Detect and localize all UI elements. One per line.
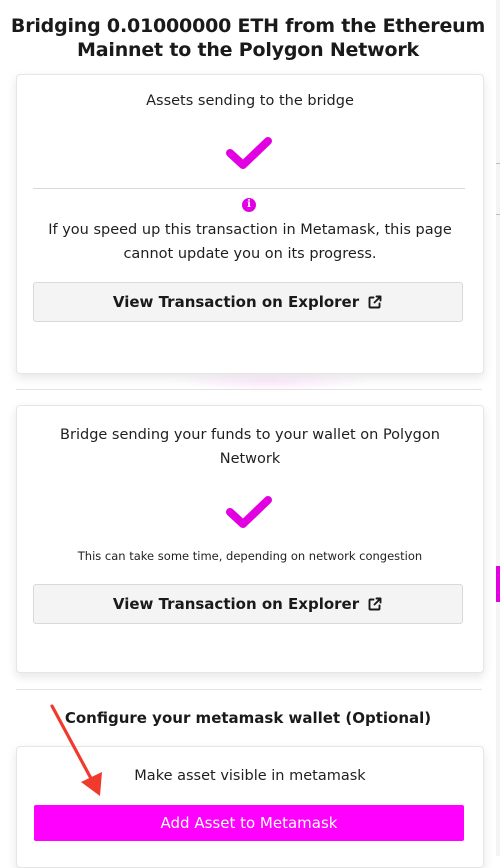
modal-title: Bridging 0.01000000 ETH from the Ethereu…: [10, 15, 486, 61]
step-divider: [33, 188, 465, 189]
section-divider: [16, 389, 482, 390]
annotation-arrow-icon: [50, 704, 102, 796]
step-card-assets-sending: Assets sending to the bridge i If you sp…: [16, 74, 484, 374]
speed-up-notice: If you speed up this transaction in Meta…: [48, 222, 452, 262]
checkmark-icon: [226, 137, 272, 169]
checkmark-icon: [226, 496, 272, 528]
add-asset-to-metamask-button[interactable]: Add Asset to Metamask: [34, 805, 464, 841]
view-transaction-explorer-label: View Transaction on Explorer: [112, 595, 360, 613]
bridge-progress-modal: Bridging 0.01000000 ETH from the Ethereu…: [0, 0, 497, 868]
external-link-icon: [368, 597, 382, 611]
view-transaction-explorer-label: View Transaction on Explorer: [112, 293, 360, 311]
background-accent: [496, 566, 500, 602]
background-page-edge: [496, 0, 500, 856]
section-divider: [16, 689, 482, 690]
external-link-icon: [368, 295, 382, 309]
view-transaction-explorer-button[interactable]: View Transaction on Explorer: [33, 282, 463, 322]
view-transaction-explorer-button[interactable]: View Transaction on Explorer: [33, 584, 463, 624]
network-congestion-note: This can take some time, depending on ne…: [77, 549, 423, 563]
step-heading: Bridge sending your funds to your wallet…: [60, 427, 440, 467]
step-card-bridge-sending: Bridge sending your funds to your wallet…: [16, 405, 484, 673]
info-icon: i: [242, 198, 256, 212]
step-heading: Assets sending to the bridge: [146, 93, 354, 109]
